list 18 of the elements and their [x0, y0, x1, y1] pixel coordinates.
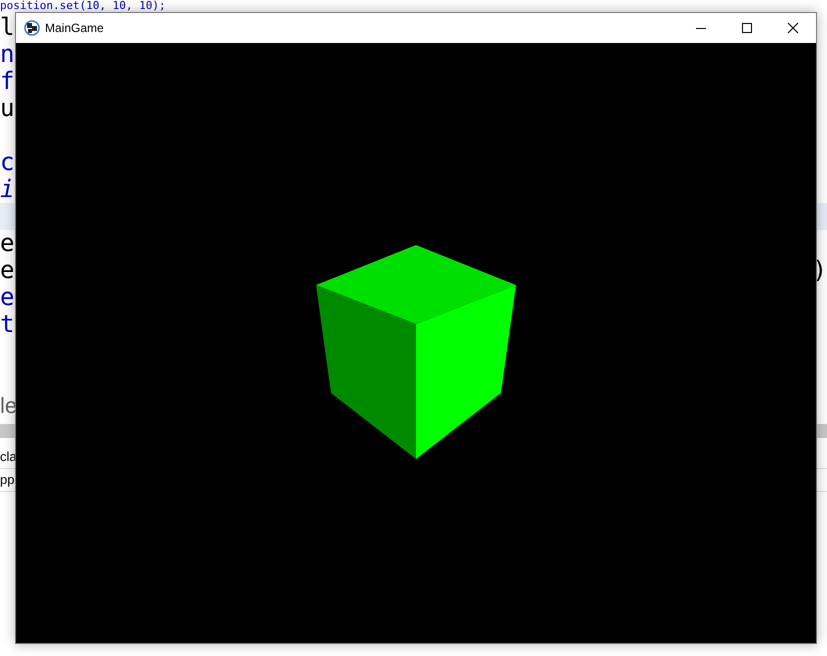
code-text: e [0, 230, 14, 257]
code-text: le [0, 392, 18, 419]
code-text: n [0, 41, 14, 68]
panel-text: pp [0, 472, 14, 487]
window-title: MainGame [45, 21, 104, 35]
app-icon [24, 20, 40, 36]
code-text: e [0, 257, 14, 284]
code-text: l [0, 14, 14, 41]
code-text: c [0, 149, 14, 176]
code-text: f [0, 68, 14, 95]
code-text: t [0, 311, 14, 338]
code-text: position.set(10, 10, 10); [0, 0, 166, 12]
code-text: ) [812, 257, 827, 284]
close-icon [787, 22, 799, 34]
code-text: u [0, 95, 14, 122]
maximize-icon [741, 22, 753, 34]
code-text: i [0, 176, 14, 203]
code-text: e [0, 284, 14, 311]
